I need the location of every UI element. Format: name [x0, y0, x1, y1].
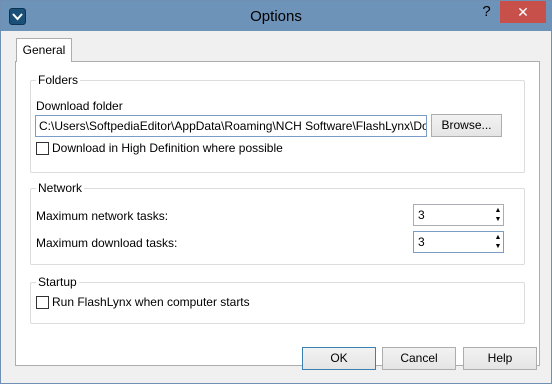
dialog-client: Folders Download folder C:\Users\Softped…: [8, 31, 545, 377]
run-at-startup-label: Run FlashLynx when computer starts: [52, 295, 250, 309]
startup-group: Startup Run FlashLynx when computer star…: [30, 275, 525, 324]
max-network-tasks-label: Maximum network tasks:: [36, 209, 169, 223]
browse-button[interactable]: Browse...: [431, 114, 502, 137]
close-button[interactable]: ✕: [500, 1, 546, 23]
ok-button[interactable]: OK: [302, 347, 376, 370]
spin-down-icon[interactable]: ▼: [494, 215, 502, 224]
download-folder-input[interactable]: C:\Users\SoftpediaEditor\AppData\Roaming…: [35, 115, 427, 137]
spin-up-icon[interactable]: ▲: [494, 206, 502, 215]
download-folder-label: Download folder: [36, 99, 123, 113]
hd-checkbox[interactable]: [36, 142, 49, 155]
max-download-tasks-value: 3: [418, 235, 425, 249]
spin-down-icon[interactable]: ▼: [494, 242, 502, 251]
title-bar[interactable]: Options ? ✕: [1, 1, 551, 31]
max-download-tasks-spinner[interactable]: 3 ▲ ▼: [413, 231, 504, 253]
tab-general[interactable]: General: [16, 38, 72, 62]
help-button[interactable]: Help: [463, 347, 537, 370]
spin-up-icon[interactable]: ▲: [494, 233, 502, 242]
options-dialog: Options ? ✕ Folders Download folder C:\U…: [0, 0, 552, 384]
max-network-tasks-spinner[interactable]: 3 ▲ ▼: [413, 204, 504, 226]
max-download-tasks-label: Maximum download tasks:: [36, 236, 178, 250]
max-network-tasks-value: 3: [418, 208, 425, 222]
cancel-button[interactable]: Cancel: [382, 347, 456, 370]
run-at-startup-checkbox[interactable]: [36, 296, 49, 309]
window-title: Options: [250, 8, 302, 25]
folders-group-label: Folders: [36, 73, 81, 87]
startup-group-label: Startup: [36, 275, 79, 289]
folders-group: Folders Download folder C:\Users\Softped…: [30, 73, 525, 173]
help-title-button[interactable]: ?: [473, 1, 500, 23]
hd-checkbox-label: Download in High Definition where possib…: [52, 141, 283, 155]
general-tab-panel: Folders Download folder C:\Users\Softped…: [15, 61, 540, 366]
network-group-label: Network: [36, 181, 85, 195]
network-group: Network Maximum network tasks: 3 ▲ ▼ Max…: [30, 181, 525, 265]
